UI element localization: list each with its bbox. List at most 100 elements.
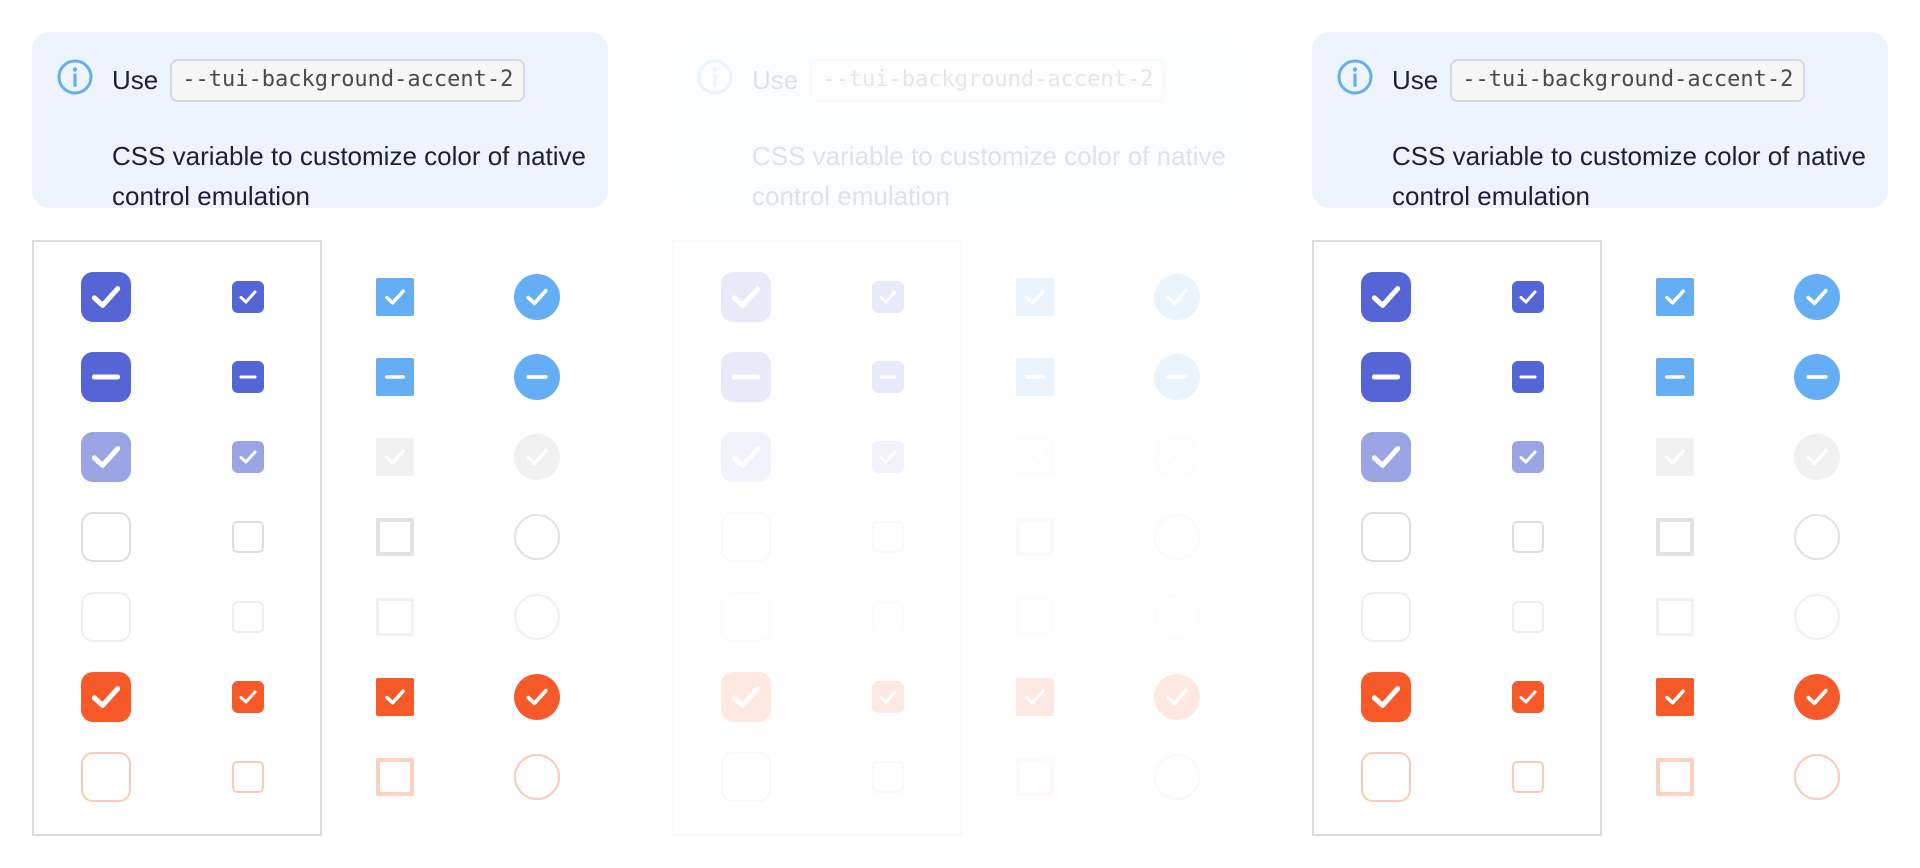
checkbox-large-unchecked-error[interactable] bbox=[721, 752, 771, 802]
native-checkbox-checked-disabled bbox=[1016, 438, 1054, 476]
native-checkbox-unchecked-error[interactable] bbox=[376, 758, 414, 796]
checkmark-icon bbox=[91, 286, 121, 308]
minus-icon bbox=[1806, 375, 1828, 379]
native-radio-checked[interactable] bbox=[1154, 274, 1200, 320]
checkbox-small-checked-error[interactable] bbox=[872, 681, 904, 713]
native-radio-checked-error[interactable] bbox=[1794, 674, 1840, 720]
native-checkbox-checked[interactable] bbox=[1656, 278, 1694, 316]
native-radio-checked-disabled bbox=[1794, 434, 1840, 480]
checkmark-icon bbox=[1371, 686, 1401, 708]
checkmark-icon bbox=[1519, 290, 1537, 304]
controls-panel-1: Use --tui-background-accent-2 CSS variab… bbox=[0, 0, 640, 868]
checkbox-large-indeterminate[interactable] bbox=[1361, 352, 1411, 402]
controls-panel-3: Use --tui-background-accent-2 CSS variab… bbox=[1280, 0, 1920, 868]
native-checkbox-unchecked[interactable] bbox=[1016, 518, 1054, 556]
checkbox-small-checked[interactable] bbox=[872, 281, 904, 313]
native-checkbox-unchecked[interactable] bbox=[1656, 518, 1694, 556]
checkbox-large-checked-disabled bbox=[721, 432, 771, 482]
checkbox-small-unchecked[interactable] bbox=[872, 521, 904, 553]
native-checkbox-indeterminate[interactable] bbox=[376, 358, 414, 396]
checkbox-small-indeterminate[interactable] bbox=[872, 361, 904, 393]
native-radio-indeterminate[interactable] bbox=[1794, 354, 1840, 400]
checkbox-large-checked-error[interactable] bbox=[721, 672, 771, 722]
checkbox-group-frame bbox=[672, 240, 962, 836]
native-radio-checked[interactable] bbox=[1794, 274, 1840, 320]
checkbox-large-unchecked[interactable] bbox=[81, 512, 131, 562]
native-radio-unchecked[interactable] bbox=[1154, 514, 1200, 560]
native-checkbox-unchecked[interactable] bbox=[376, 518, 414, 556]
css-variable-code: --tui-background-accent-2 bbox=[1450, 58, 1806, 102]
native-radio-unchecked-error[interactable] bbox=[1794, 754, 1840, 800]
native-checkbox-unchecked-disabled bbox=[1656, 598, 1694, 636]
checkbox-small-indeterminate[interactable] bbox=[1512, 361, 1544, 393]
checkbox-large-checked-error[interactable] bbox=[81, 672, 131, 722]
checkbox-small-checked[interactable] bbox=[232, 281, 264, 313]
checkmark-icon bbox=[1806, 448, 1828, 466]
checkmark-icon bbox=[239, 450, 257, 464]
checkbox-large-unchecked-error[interactable] bbox=[81, 752, 131, 802]
checkbox-large-checked[interactable] bbox=[1361, 272, 1411, 322]
checkbox-large-checked[interactable] bbox=[721, 272, 771, 322]
native-radio-unchecked-disabled bbox=[1154, 594, 1200, 640]
native-radio-checked-error[interactable] bbox=[514, 674, 560, 720]
native-checkbox-indeterminate[interactable] bbox=[1656, 358, 1694, 396]
checkbox-small-unchecked-error[interactable] bbox=[872, 761, 904, 793]
native-checkbox-checked[interactable] bbox=[376, 278, 414, 316]
checkmark-icon bbox=[1519, 690, 1537, 704]
info-circle-icon bbox=[697, 59, 733, 95]
checkbox-small-unchecked-error[interactable] bbox=[1512, 761, 1544, 793]
checkbox-small-unchecked-error[interactable] bbox=[232, 761, 264, 793]
checkbox-small-checked-error[interactable] bbox=[1512, 681, 1544, 713]
checkmark-icon bbox=[731, 286, 761, 308]
checkbox-large-unchecked-error[interactable] bbox=[1361, 752, 1411, 802]
checkbox-small-checked-error[interactable] bbox=[232, 681, 264, 713]
minus-icon bbox=[879, 375, 897, 379]
checkbox-small-checked[interactable] bbox=[1512, 281, 1544, 313]
controls-panel-2: Use --tui-background-accent-2 CSS variab… bbox=[640, 0, 1280, 868]
native-checkbox-checked[interactable] bbox=[1016, 278, 1054, 316]
checkbox-large-indeterminate[interactable] bbox=[721, 352, 771, 402]
minus-icon bbox=[1025, 375, 1045, 379]
native-checkbox-unchecked-error[interactable] bbox=[1656, 758, 1694, 796]
native-radio-unchecked[interactable] bbox=[1794, 514, 1840, 560]
native-radio-unchecked-error[interactable] bbox=[1154, 754, 1200, 800]
native-checkbox-checked-error[interactable] bbox=[376, 678, 414, 716]
checkmark-icon bbox=[526, 688, 548, 706]
native-radio-unchecked[interactable] bbox=[514, 514, 560, 560]
native-checkbox-indeterminate[interactable] bbox=[1016, 358, 1054, 396]
native-checkbox-checked-disabled bbox=[376, 438, 414, 476]
checkbox-large-unchecked-disabled bbox=[1361, 592, 1411, 642]
native-radio-unchecked-error[interactable] bbox=[514, 754, 560, 800]
native-checkbox-unchecked-error[interactable] bbox=[1016, 758, 1054, 796]
info-circle-icon bbox=[57, 59, 93, 95]
checkmark-icon bbox=[239, 690, 257, 704]
checkmark-icon bbox=[731, 446, 761, 468]
checkmark-icon bbox=[91, 446, 121, 468]
checkmark-icon bbox=[385, 289, 405, 305]
native-radio-checked-error[interactable] bbox=[1154, 674, 1200, 720]
checkbox-small-unchecked[interactable] bbox=[1512, 521, 1544, 553]
native-radio-indeterminate[interactable] bbox=[514, 354, 560, 400]
native-checkbox-checked-error[interactable] bbox=[1656, 678, 1694, 716]
checkbox-large-unchecked[interactable] bbox=[721, 512, 771, 562]
native-radio-indeterminate[interactable] bbox=[1154, 354, 1200, 400]
minus-icon bbox=[526, 375, 548, 379]
native-checkbox-checked-error[interactable] bbox=[1016, 678, 1054, 716]
checkbox-large-checked-disabled bbox=[1361, 432, 1411, 482]
checkmark-icon bbox=[1806, 688, 1828, 706]
checkbox-large-unchecked[interactable] bbox=[1361, 512, 1411, 562]
native-radio-checked[interactable] bbox=[514, 274, 560, 320]
checkbox-small-indeterminate[interactable] bbox=[232, 361, 264, 393]
checkmark-icon bbox=[879, 690, 897, 704]
notice-text: CSS variable to customize color of nativ… bbox=[752, 141, 1226, 211]
checkbox-large-checked[interactable] bbox=[81, 272, 131, 322]
checkbox-large-checked-error[interactable] bbox=[1361, 672, 1411, 722]
notice-prefix: Use bbox=[112, 64, 159, 95]
checkbox-large-checked-disabled bbox=[81, 432, 131, 482]
checkmark-icon bbox=[1166, 448, 1188, 466]
checkbox-small-unchecked[interactable] bbox=[232, 521, 264, 553]
minus-icon bbox=[1519, 375, 1537, 379]
checkmark-icon bbox=[731, 686, 761, 708]
native-radio-unchecked-disabled bbox=[514, 594, 560, 640]
checkbox-large-indeterminate[interactable] bbox=[81, 352, 131, 402]
